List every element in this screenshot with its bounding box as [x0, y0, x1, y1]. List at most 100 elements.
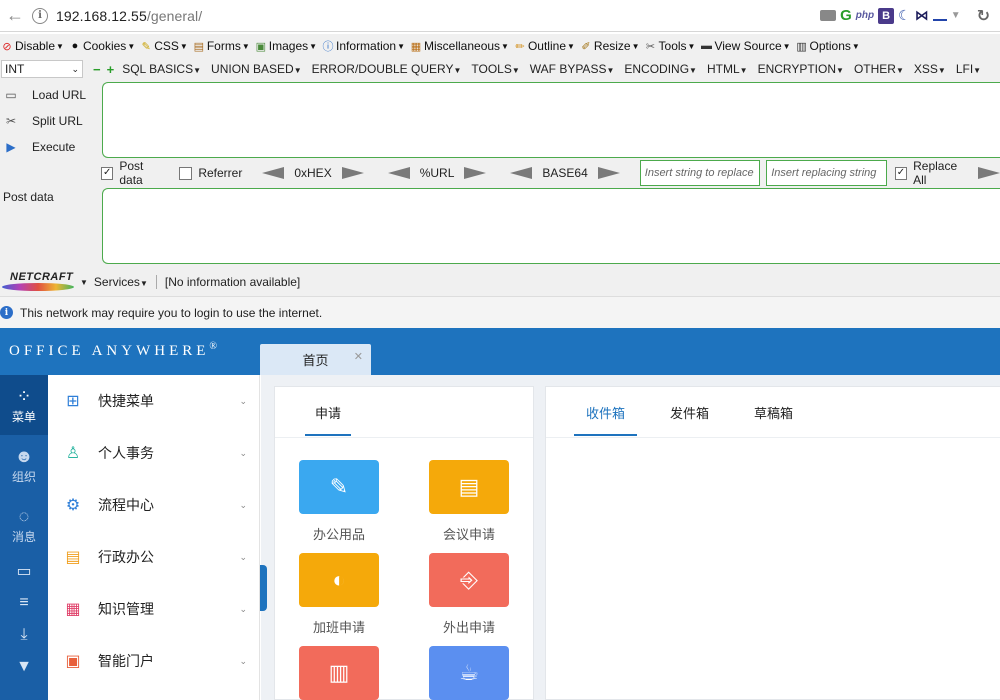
server-icon[interactable]: ≡: [0, 587, 48, 619]
g-extension-icon[interactable]: G: [840, 7, 852, 24]
tab-home[interactable]: 首页 ✕: [260, 344, 371, 375]
dropdown-arrow-icon: ▼: [127, 41, 136, 51]
toolbar-other[interactable]: OTHER▼: [854, 62, 904, 76]
moon-icon: ◐: [299, 553, 379, 607]
tile-coffee[interactable]: ☕: [429, 646, 509, 700]
tile-office-supplies[interactable]: ✎ 办公用品: [299, 460, 379, 543]
toolbar-label: OTHER: [853, 62, 896, 76]
reload-icon[interactable]: ↻: [977, 8, 990, 25]
replace-string-input[interactable]: Insert string to replace: [639, 160, 761, 186]
dropdown-arrow-icon: ▼: [397, 41, 405, 51]
url-textarea[interactable]: [102, 82, 1000, 158]
menu-resize[interactable]: ✐ Resize ▼: [579, 39, 639, 53]
download-icon[interactable]: ⤓: [0, 619, 48, 651]
underline-extension-icon[interactable]: [932, 11, 947, 21]
shirt-icon[interactable]: ▼: [0, 651, 48, 683]
netcraft-logo[interactable]: NETCRAFT: [2, 271, 76, 291]
tab-inbox[interactable]: 收件箱: [574, 403, 638, 436]
menu-label: Resize: [593, 39, 631, 53]
menu-cookies[interactable]: ● Cookies ▼: [68, 39, 136, 53]
toolbar-xss[interactable]: XSS▼: [914, 62, 946, 76]
toolbar-html[interactable]: HTML▼: [707, 62, 748, 76]
iconbar-item-organization[interactable]: ☻ 组织: [0, 435, 48, 495]
toolbar-tools[interactable]: TOOLS▼: [471, 62, 519, 76]
menu-view-source[interactable]: ▬ View Source ▼: [699, 39, 791, 53]
dropdown-arrow-icon: ▼: [241, 41, 250, 51]
portal-icon: ▣: [65, 653, 81, 670]
tile-luggage[interactable]: ▥: [299, 646, 379, 700]
bowtie-extension-icon[interactable]: ⋈: [915, 7, 929, 24]
encode-left-arrow-icon[interactable]: [262, 167, 285, 179]
toolbar-label: TOOLS: [471, 62, 512, 76]
printer-icon[interactable]: [820, 10, 837, 21]
moon-extension-icon[interactable]: ☾: [898, 7, 911, 24]
minus-icon[interactable]: −: [93, 62, 101, 77]
iconbar-item-messages[interactable]: ◌ 消息: [0, 495, 48, 555]
split-url-button[interactable]: ✂ Split URL: [0, 108, 100, 134]
shortcut-icon: ⊞: [66, 393, 80, 410]
tile-out-request[interactable]: ⎆ 外出申请: [429, 553, 509, 636]
chevron-down-icon: ⌄: [239, 604, 247, 614]
menu-disable[interactable]: ⊘ Disable ▼: [0, 39, 64, 53]
tile-overtime-request[interactable]: ◐ 加班申请: [299, 553, 379, 636]
menu-forms[interactable]: ▤ Forms ▼: [192, 39, 250, 53]
site-info-icon[interactable]: i: [32, 7, 48, 24]
toolbar-lfi[interactable]: LFI▼: [956, 62, 981, 76]
referrer-checkbox[interactable]: Referrer: [179, 166, 242, 180]
menu-miscellaneous[interactable]: ▦ Miscellaneous ▼: [409, 39, 509, 53]
toolbar-union-based[interactable]: UNION BASED▼: [211, 62, 302, 76]
php-extension-icon[interactable]: php: [856, 8, 874, 24]
decode-right-arrow-icon[interactable]: [341, 167, 364, 179]
toolbar-encryption[interactable]: ENCRYPTION▼: [758, 62, 844, 76]
replace-all-checkbox[interactable]: ✓ Replace All: [894, 159, 970, 187]
load-url-button[interactable]: ▭ Load URL: [0, 82, 100, 108]
dropdown-arrow-icon[interactable]: ▼: [951, 8, 961, 24]
b-extension-icon[interactable]: B: [878, 7, 895, 24]
decode-right-arrow-icon[interactable]: [464, 167, 487, 179]
menu-item-portal[interactable]: ▣ 智能门户 ⌄: [48, 635, 259, 687]
replacing-string-input[interactable]: Insert replacing string: [766, 160, 887, 186]
url-path: /general/: [146, 7, 203, 24]
dropdown-arrow-icon: ▼: [689, 66, 697, 75]
sidebar-collapse-handle[interactable]: [260, 565, 267, 611]
menu-item-personal[interactable]: ♙ 个人事务 ⌄: [48, 427, 259, 479]
netcraft-logo-text: NETCRAFT: [10, 271, 74, 283]
toolbar-sql-basics[interactable]: SQL BASICS▼: [122, 62, 201, 76]
menu-options[interactable]: ▥ Options ▼: [795, 39, 859, 53]
tab-drafts[interactable]: 草稿箱: [754, 403, 793, 434]
services-menu[interactable]: Services▼: [94, 275, 157, 289]
replace-run-button[interactable]: [977, 167, 1000, 179]
menu-item-shortcuts[interactable]: ⊞ 快捷菜单 ⌄: [48, 375, 259, 427]
post-data-textarea[interactable]: [102, 188, 1000, 264]
menu-outline[interactable]: ✏ Outline ▼: [513, 39, 575, 53]
post-data-checkbox[interactable]: ✓ Post data: [100, 159, 167, 187]
browser-address-bar: ← i 192.168.12.55/general/ G php B ☾ ⋈ ▼…: [0, 0, 1000, 32]
iconbar-item-menu[interactable]: ⁘ 菜单: [0, 375, 48, 435]
encode-left-arrow-icon[interactable]: [387, 167, 410, 179]
menu-tools[interactable]: ✂ Tools ▼: [644, 39, 696, 53]
menu-item-knowledge[interactable]: ▦ 知识管理 ⌄: [48, 583, 259, 635]
close-icon[interactable]: ✕: [354, 350, 363, 363]
toolbar-error-double-query[interactable]: ERROR/DOUBLE QUERY▼: [312, 62, 462, 76]
menu-item-admin[interactable]: ▤ 行政办公 ⌄: [48, 531, 259, 583]
url-text[interactable]: 192.168.12.55/general/: [56, 8, 820, 24]
encode-left-arrow-icon[interactable]: [510, 167, 533, 179]
menu-images[interactable]: ▣ Images ▼: [254, 39, 317, 53]
dropdown-arrow-icon[interactable]: ▼: [80, 278, 88, 287]
tab-apply[interactable]: 申请: [305, 403, 352, 436]
toolbar-encoding[interactable]: ENCODING▼: [624, 62, 697, 76]
execute-button[interactable]: ▶ Execute: [0, 134, 100, 160]
tab-sent[interactable]: 发件箱: [670, 403, 709, 434]
tile-meeting-request[interactable]: ▤ 会议申请: [429, 460, 509, 543]
monitor-icon[interactable]: ▭: [0, 555, 48, 587]
type-select[interactable]: INT ⌄: [1, 60, 83, 78]
menu-information[interactable]: ⓘ Information ▼: [321, 39, 405, 53]
network-notification[interactable]: i This network may require you to login …: [0, 296, 1000, 328]
back-arrow-icon[interactable]: ←: [2, 3, 28, 29]
toolbar-waf-bypass[interactable]: WAF BYPASS▼: [530, 62, 615, 76]
menu-item-label: 智能门户: [98, 653, 154, 669]
menu-item-workflow[interactable]: ⚙ 流程中心 ⌄: [48, 479, 259, 531]
decode-right-arrow-icon[interactable]: [597, 167, 620, 179]
plus-icon[interactable]: +: [107, 62, 115, 77]
menu-css[interactable]: ✎ CSS ▼: [139, 39, 188, 53]
